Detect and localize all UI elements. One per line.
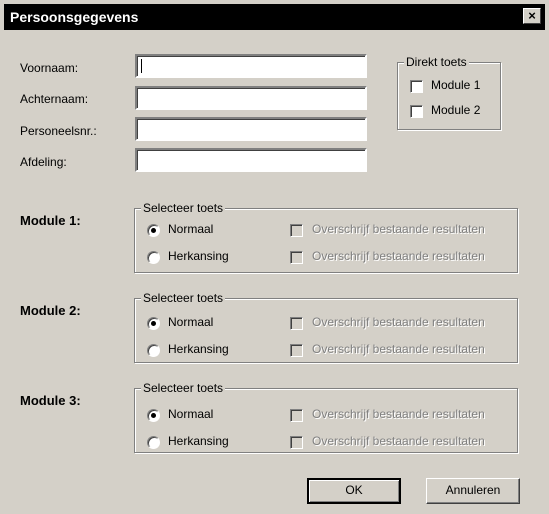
ok-button[interactable]: OK (307, 478, 401, 504)
module-1-title: Module 1: (20, 213, 81, 228)
radio-selected-dot (151, 321, 156, 326)
afdeling-label: Afdeling: (20, 155, 67, 169)
voornaam-label: Voornaam: (20, 61, 79, 75)
module-2-herkansing-radio[interactable] (147, 344, 160, 357)
module-1-group: Selecteer toets Normaal Herkansing Overs… (134, 201, 518, 273)
module-1-overschrijf-checkbox-1[interactable] (290, 224, 303, 237)
radio-selected-dot (151, 413, 156, 418)
personeelsnr-field[interactable] (135, 117, 367, 141)
close-icon: × (528, 8, 536, 23)
module-3-herkansing-radio[interactable] (147, 436, 160, 449)
module-3-overschrijf-checkbox-1[interactable] (290, 409, 303, 422)
direkt-module-2-checkbox[interactable] (410, 105, 423, 118)
direkt-toets-group: Direkt toets Module 1 Module 2 (397, 55, 501, 130)
module-3-group: Selecteer toets Normaal Herkansing Overs… (134, 381, 518, 453)
module-3-overschrijf-checkbox-2[interactable] (290, 436, 303, 449)
module-2-normaal-radio[interactable] (147, 317, 160, 330)
module-2-overschrijf-label-1: Overschrijf bestaande resultaten (312, 315, 485, 329)
module-3-legend: Selecteer toets (141, 381, 226, 395)
module-1-herkansing-label: Herkansing (168, 249, 229, 263)
module-3-overschrijf-label-1: Overschrijf bestaande resultaten (312, 407, 485, 421)
dialog-window: Persoonsgegevens × Voornaam: Achternaam:… (0, 0, 549, 514)
module-3-normaal-label: Normaal (168, 407, 214, 421)
module-3-herkansing-label: Herkansing (168, 434, 229, 448)
afdeling-field[interactable] (135, 148, 367, 172)
module-1-overschrijf-label-1: Overschrijf bestaande resultaten (312, 222, 485, 236)
module-3-title: Module 3: (20, 393, 81, 408)
close-button[interactable]: × (523, 8, 541, 24)
module-2-overschrijf-checkbox-1[interactable] (290, 317, 303, 330)
module-3-overschrijf-label-2: Overschrijf bestaande resultaten (312, 434, 485, 448)
module-2-legend: Selecteer toets (141, 291, 226, 305)
achternaam-label: Achternaam: (20, 92, 89, 106)
module-1-normaal-radio[interactable] (147, 224, 160, 237)
module-2-overschrijf-checkbox-2[interactable] (290, 344, 303, 357)
module-2-title: Module 2: (20, 303, 81, 318)
title-bar[interactable]: Persoonsgegevens × (4, 4, 545, 30)
direkt-module-2-label: Module 2 (431, 103, 481, 117)
direkt-module-1-label: Module 1 (431, 78, 481, 92)
window-title: Persoonsgegevens (10, 9, 139, 25)
module-1-overschrijf-label-2: Overschrijf bestaande resultaten (312, 249, 485, 263)
radio-selected-dot (151, 228, 156, 233)
direkt-toets-legend: Direkt toets (404, 55, 469, 69)
module-2-group: Selecteer toets Normaal Herkansing Overs… (134, 291, 518, 363)
voornaam-field[interactable] (135, 54, 367, 78)
module-2-normaal-label: Normaal (168, 315, 214, 329)
module-1-overschrijf-checkbox-2[interactable] (290, 251, 303, 264)
module-1-herkansing-radio[interactable] (147, 251, 160, 264)
module-3-normaal-radio[interactable] (147, 409, 160, 422)
personeelsnr-label: Personeelsnr.: (20, 124, 97, 138)
module-1-legend: Selecteer toets (141, 201, 226, 215)
module-1-normaal-label: Normaal (168, 222, 214, 236)
achternaam-field[interactable] (135, 86, 367, 110)
module-2-overschrijf-label-2: Overschrijf bestaande resultaten (312, 342, 485, 356)
direkt-module-1-checkbox[interactable] (410, 80, 423, 93)
module-2-herkansing-label: Herkansing (168, 342, 229, 356)
text-caret (141, 59, 142, 73)
cancel-button[interactable]: Annuleren (426, 478, 520, 504)
